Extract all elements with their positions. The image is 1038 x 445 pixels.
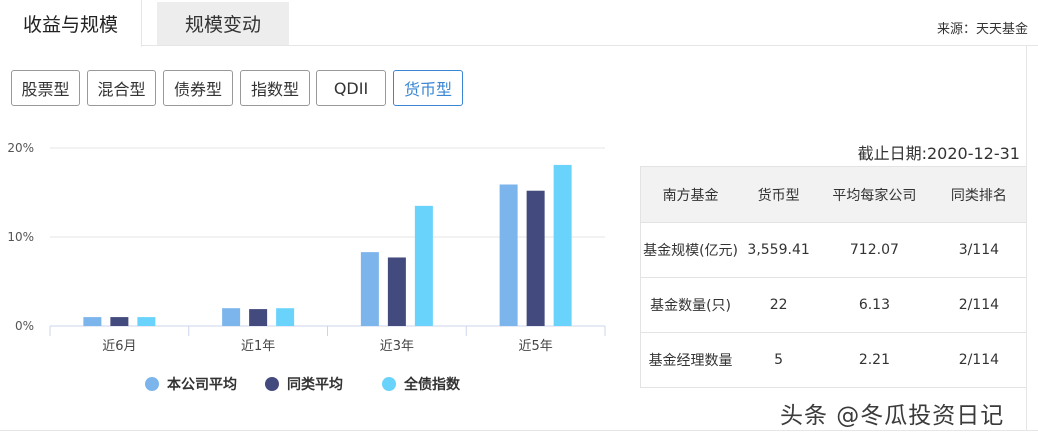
cutoff-date: 截止日期:2020-12-31 — [857, 144, 1020, 163]
legend-label-bond-index: 全债指数 — [404, 377, 460, 393]
legend-item-bond-index[interactable]: 全债指数 — [382, 374, 460, 394]
table-cell: 基金规模(亿元) — [640, 222, 741, 278]
table-cell: 6.13 — [817, 277, 932, 333]
table-cell: 2.21 — [817, 332, 932, 388]
table-header-company: 南方基金 — [640, 166, 741, 223]
bar — [414, 205, 433, 326]
table-cell: 5 — [740, 332, 818, 388]
legend-item-category-average[interactable]: 同类平均 — [265, 374, 343, 394]
table-cell: 3,559.41 — [740, 222, 818, 278]
table-cell: 2/114 — [931, 277, 1027, 333]
bar — [499, 184, 518, 326]
bar — [387, 257, 406, 326]
tab-returns-and-scale[interactable]: 收益与规模 — [0, 0, 142, 47]
table-row: 基金经理数量 5 2.21 2/114 — [640, 332, 1027, 388]
bar — [83, 317, 102, 326]
legend-label-company-average: 本公司平均 — [167, 377, 237, 393]
filter-mixed-button[interactable]: 混合型 — [87, 70, 156, 106]
table-row: 基金规模(亿元) 3,559.41 712.07 3/114 — [640, 222, 1027, 278]
filter-stock-button[interactable]: 股票型 — [11, 70, 80, 106]
table-cell: 2/114 — [931, 332, 1027, 388]
x-tick-label: 近5年 — [518, 339, 552, 354]
table-cell: 基金数量(只) — [640, 277, 741, 333]
filter-bond-button[interactable]: 债券型 — [163, 70, 233, 106]
filter-index-button[interactable]: 指数型 — [240, 70, 310, 106]
y-tick-label: 0% — [15, 319, 34, 333]
legend-swatch-category-average — [265, 377, 279, 391]
legend-swatch-bond-index — [382, 377, 396, 391]
bar — [222, 308, 241, 326]
bar — [249, 309, 268, 326]
panel-bottom-border — [0, 430, 1038, 431]
table-cell: 22 — [740, 277, 818, 333]
bar — [276, 308, 295, 326]
y-tick-label: 10% — [7, 230, 34, 244]
bar — [360, 252, 379, 326]
data-source-label: 来源：天天基金 — [936, 22, 1028, 37]
panel-border — [1026, 46, 1027, 431]
table-cell: 基金经理数量 — [640, 332, 741, 388]
legend-swatch-company-average — [145, 377, 159, 391]
filter-qdii-button[interactable]: QDII — [316, 70, 386, 106]
table-header-avg-per-company: 平均每家公司 — [817, 166, 932, 223]
chart-legend: 本公司平均 同类平均 全债指数 — [0, 374, 620, 398]
bar — [137, 317, 156, 326]
table-header-row: 南方基金 货币型 平均每家公司 同类排名 — [640, 166, 1027, 223]
tab-scale-changes[interactable]: 规模变动 — [157, 2, 289, 45]
filter-money-market-button[interactable]: 货币型 — [393, 70, 463, 106]
legend-item-company-average[interactable]: 本公司平均 — [145, 374, 237, 394]
table-cell: 3/114 — [931, 222, 1027, 278]
x-tick-label: 近3年 — [380, 339, 414, 354]
watermark: 头条 @冬瓜投资日记 — [780, 403, 1005, 429]
bar — [526, 190, 545, 326]
x-tick-label: 近1年 — [241, 339, 275, 354]
table-header-fund-type: 货币型 — [740, 166, 818, 223]
table-row: 基金数量(只) 22 6.13 2/114 — [640, 277, 1027, 333]
x-tick-label: 近6月 — [102, 339, 136, 354]
bar — [110, 317, 129, 326]
returns-bar-chart: 0% 10% 20% 近6月 近1年 近3年 近5年 — [7, 141, 606, 354]
table-header-rank: 同类排名 — [931, 166, 1027, 223]
fund-comparison-table: 南方基金 货币型 平均每家公司 同类排名 基金规模(亿元) 3,559.41 7… — [640, 166, 1027, 388]
tab-bar: 收益与规模 规模变动 来源：天天基金 — [0, 0, 1038, 47]
bar — [553, 164, 572, 326]
returns-chart: 0% 10% 20% 近6月 近1年 近3年 近5年 — [0, 128, 620, 408]
y-tick-label: 20% — [7, 141, 34, 155]
legend-label-category-average: 同类平均 — [287, 377, 343, 393]
table-cell: 712.07 — [817, 222, 932, 278]
